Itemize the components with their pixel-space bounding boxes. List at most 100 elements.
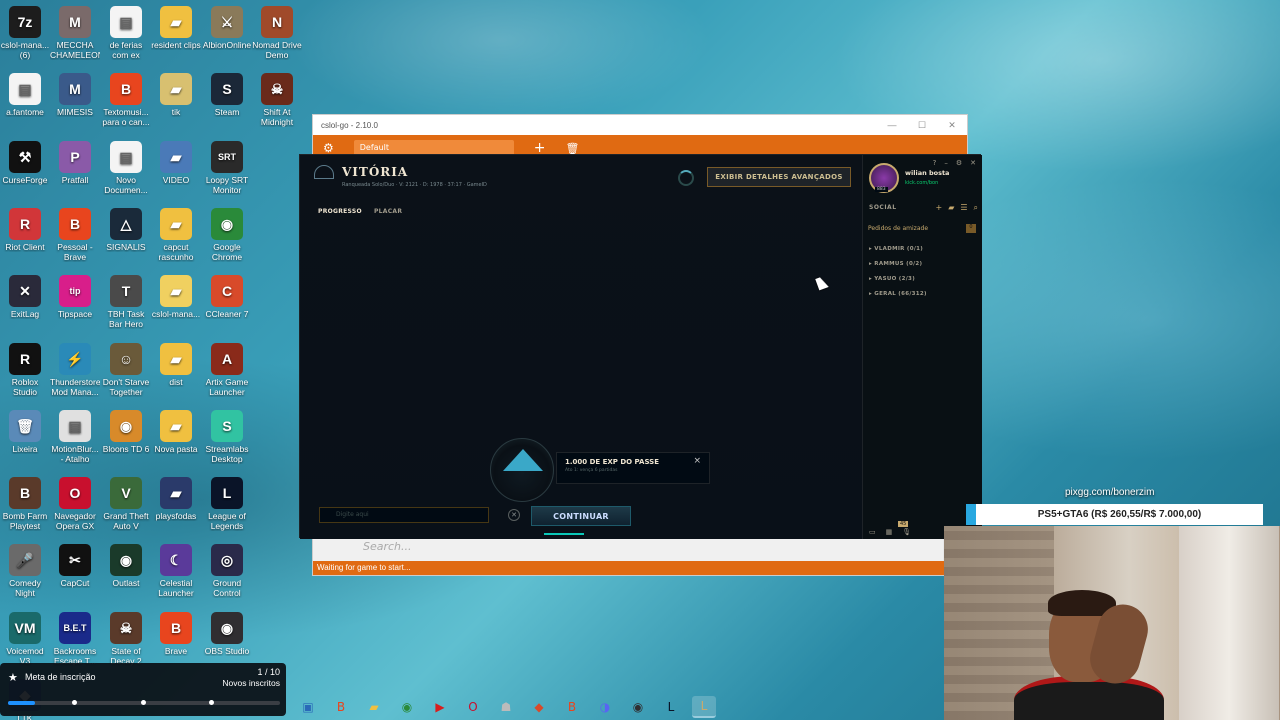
folder-icon[interactable]: ▰ bbox=[948, 203, 954, 213]
friend-group[interactable]: YASUO (2/3) bbox=[869, 276, 915, 282]
desktop-icon[interactable]: ✕ ExitLag bbox=[0, 275, 50, 319]
desktop-icon[interactable]: △ SIGNALIS bbox=[101, 207, 151, 252]
desktop-icon[interactable]: O Navegador Opera GX bbox=[50, 477, 100, 531]
taskbar-item-brave[interactable]: B bbox=[329, 696, 353, 718]
taskbar-item-lol-client[interactable]: L bbox=[659, 696, 683, 718]
desktop-icon[interactable]: ▤ MotionBlur... - Atalho bbox=[50, 409, 100, 464]
desktop-icon[interactable]: B Pessoal - Brave bbox=[50, 207, 100, 262]
desktop-icon[interactable]: ◉ Outlast bbox=[101, 544, 151, 588]
desktop-icon[interactable]: ▰ playsfodas bbox=[151, 477, 201, 521]
taskbar-item-ghost-app[interactable]: ☗ bbox=[494, 696, 518, 718]
close-icon[interactable]: ✕ bbox=[970, 159, 976, 167]
desktop-icon[interactable]: ◉ Google Chrome bbox=[202, 207, 252, 262]
minimize-icon[interactable]: — bbox=[877, 120, 907, 131]
desktop-icon[interactable]: ▰ dist bbox=[151, 342, 201, 387]
desktop-icon[interactable]: tip Tipspace bbox=[50, 275, 100, 319]
continue-button[interactable]: CONTINUAR bbox=[531, 506, 631, 526]
desktop-icon[interactable]: M MIMESIS bbox=[50, 73, 100, 117]
desktop-icon[interactable]: ⚡ Thunderstore Mod Mana... bbox=[50, 342, 100, 397]
desktop-icon-label: MotionBlur... - Atalho bbox=[51, 443, 99, 464]
desktop-icon[interactable]: R Roblox Studio bbox=[0, 342, 50, 397]
desktop-icon[interactable]: N Nomad Drive Demo bbox=[252, 6, 302, 60]
desktop-icon[interactable]: B Textomusi... para o can... bbox=[101, 73, 151, 127]
desktop-icon[interactable]: ◉ Bloons TD 6 bbox=[101, 409, 151, 454]
taskbar-item-chrome[interactable]: ◉ bbox=[395, 696, 419, 718]
desktop-icon[interactable]: ▰ resident clips bbox=[151, 6, 201, 50]
minimize-icon[interactable]: – bbox=[944, 159, 948, 167]
close-icon[interactable]: × bbox=[693, 456, 701, 466]
desktop-icon[interactable]: T TBH Task Bar Hero bbox=[101, 275, 151, 329]
trash-icon[interactable]: 🗑 bbox=[566, 142, 580, 155]
taskbar-item-app-red[interactable]: ◆ bbox=[527, 696, 551, 718]
desktop-icon[interactable]: ▤ a.fantome bbox=[0, 73, 50, 117]
desktop-icon[interactable]: ◎ Ground Control bbox=[202, 544, 252, 598]
desktop-icon[interactable]: ☠ Shift At Midnight bbox=[252, 73, 302, 127]
search-input[interactable]: Search... bbox=[363, 540, 412, 553]
cslol-title-bar[interactable]: cslol-go - 2.10.0 — ☐ ✕ bbox=[313, 115, 967, 135]
taskbar-item-discord[interactable]: ◑ bbox=[593, 696, 617, 718]
desktop-icon[interactable]: ◉ OBS Studio bbox=[202, 611, 252, 656]
desktop-icon[interactable]: ☾ Celestial Launcher bbox=[151, 544, 201, 598]
help-icon[interactable]: ? bbox=[933, 159, 937, 167]
desktop-icon[interactable]: VM Voicemod V3 bbox=[0, 611, 50, 666]
desktop-icon[interactable]: ▰ cslol-mana... bbox=[151, 275, 201, 319]
desktop-icon[interactable]: ▰ VIDEO bbox=[151, 140, 201, 185]
desktop-icon[interactable]: ☠ State of Decay 2 bbox=[101, 611, 151, 666]
desktop-icon[interactable]: V Grand Theft Auto V bbox=[101, 477, 151, 531]
taskbar-item-league[interactable]: L bbox=[692, 696, 716, 718]
friend-group[interactable]: RAMMUS (0/2) bbox=[869, 261, 922, 267]
app-icon: ◎ bbox=[211, 544, 243, 577]
desktop-icon[interactable]: M MECCHA CHAMELEON bbox=[50, 6, 100, 60]
desktop-icon[interactable]: ▤ Novo Documen... bbox=[101, 140, 151, 195]
chat-close-icon[interactable]: ✕ bbox=[508, 509, 520, 521]
tab-placar[interactable]: PLACAR bbox=[374, 208, 402, 215]
list-icon[interactable]: ☰ bbox=[960, 203, 967, 213]
webcam-curtain bbox=[1179, 526, 1279, 720]
desktop-icon[interactable]: P Pratfall bbox=[50, 140, 100, 185]
desktop-icon[interactable]: ⚔ AlbionOnline bbox=[202, 6, 252, 50]
desktop-icon[interactable]: A Artix Game Launcher bbox=[202, 342, 252, 397]
maximize-icon[interactable]: ☐ bbox=[907, 120, 937, 131]
desktop-icon[interactable]: L League of Legends bbox=[202, 477, 252, 531]
clash-icon[interactable]: ▦ bbox=[886, 528, 893, 536]
desktop-icon[interactable]: 🎤 Comedy Night bbox=[0, 544, 50, 598]
friend-group[interactable]: GERAL (66/312) bbox=[869, 291, 927, 297]
desktop-icon[interactable]: C CCleaner 7 bbox=[202, 275, 252, 319]
desktop-icon[interactable]: ▰ Nova pasta bbox=[151, 409, 201, 454]
friend-requests[interactable]: Pedidos de amizade bbox=[868, 225, 928, 232]
taskbar-item-explorer-app[interactable]: ▣ bbox=[296, 696, 320, 718]
search-icon[interactable]: ⌕ bbox=[974, 203, 978, 213]
desktop-icon[interactable]: B Brave bbox=[151, 611, 201, 656]
settings-icon[interactable]: ⚙ bbox=[956, 159, 962, 167]
desktop-icon[interactable]: 7z cslol-mana... (6) bbox=[0, 6, 50, 60]
desktop-icon[interactable]: ▰ capcut rascunho bbox=[151, 207, 201, 262]
tab-progresso[interactable]: PROGRESSO bbox=[318, 208, 362, 215]
app-icon: ▰ bbox=[160, 6, 192, 38]
desktop-icon[interactable]: R Riot Client bbox=[0, 207, 50, 252]
mic-icon[interactable]: 🎙 bbox=[902, 528, 911, 536]
close-icon[interactable]: ✕ bbox=[937, 120, 967, 131]
taskbar-item-opera[interactable]: O bbox=[461, 696, 485, 718]
desktop-icon[interactable]: 🗑 Lixeira bbox=[0, 409, 50, 454]
desktop-icon[interactable]: ▰ tik bbox=[151, 73, 201, 117]
desktop-icon[interactable]: ☺ Don't Starve Together bbox=[101, 342, 151, 397]
advanced-details-button[interactable]: EXIBIR DETALHES AVANÇADOS bbox=[707, 167, 851, 187]
desktop-icon[interactable]: ✂ CapCut bbox=[50, 544, 100, 588]
chat-input[interactable]: Digite aqui bbox=[319, 507, 489, 523]
add-friend-icon[interactable]: + bbox=[935, 203, 942, 213]
desktop-icon[interactable]: S Streamlabs Desktop bbox=[202, 409, 252, 464]
gear-icon[interactable]: ⚙ bbox=[323, 141, 334, 155]
desktop-icon[interactable]: ▤ de ferias com ex bbox=[101, 6, 151, 60]
taskbar-item-obs[interactable]: ◉ bbox=[626, 696, 650, 718]
taskbar-item-file-explorer[interactable]: ▰ bbox=[362, 696, 386, 718]
friend-group[interactable]: VLADMIR (0/1) bbox=[869, 246, 923, 252]
desktop-icon[interactable]: SRT Loopy SRT Monitor bbox=[202, 140, 252, 195]
star-icon: ★ bbox=[8, 672, 18, 684]
taskbar-item-brave-2[interactable]: B bbox=[560, 696, 584, 718]
desktop-icon[interactable]: B.E.T Backrooms Escape T... bbox=[50, 611, 100, 666]
taskbar-item-youtube-app[interactable]: ▶ bbox=[428, 696, 452, 718]
desktop-icon[interactable]: S Steam bbox=[202, 73, 252, 117]
desktop-icon[interactable]: B Bomb Farm Playtest bbox=[0, 477, 50, 531]
desktop-icon[interactable]: ⚒ CurseForge bbox=[0, 140, 50, 185]
chat-icon[interactable]: ▭ bbox=[869, 528, 876, 536]
